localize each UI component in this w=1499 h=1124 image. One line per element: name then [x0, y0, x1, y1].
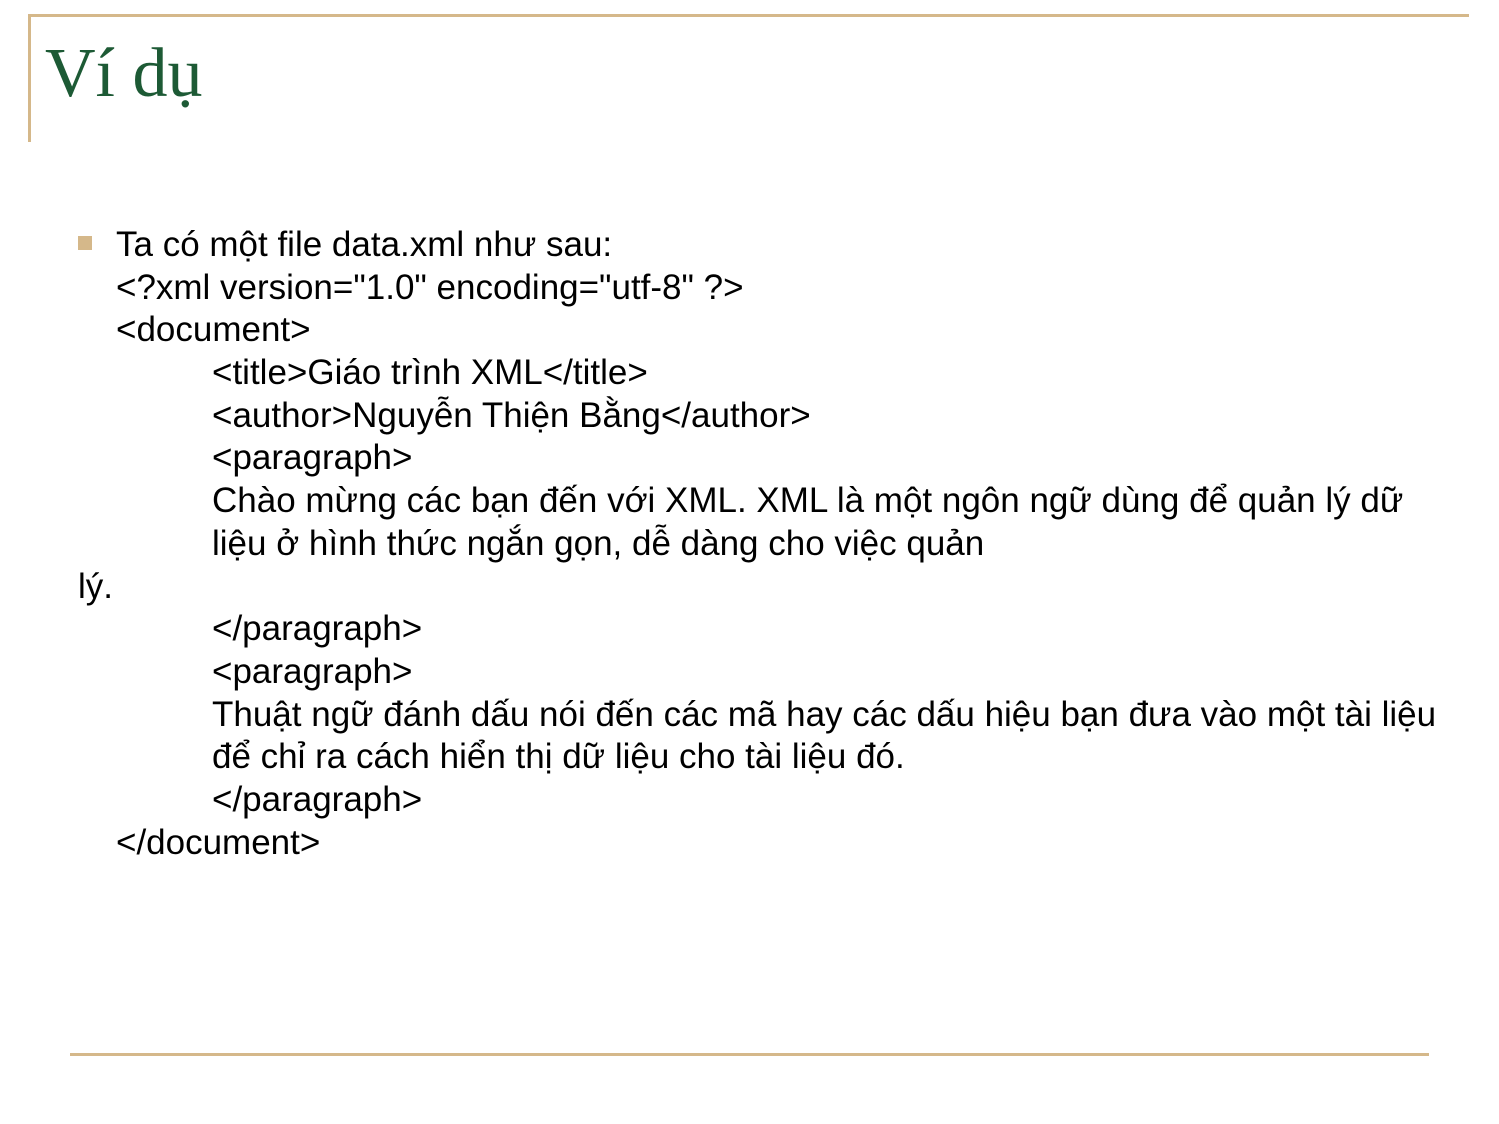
lead-text: Ta có một file data.xml như sau:: [116, 224, 1459, 267]
code-line: <paragraph>: [116, 437, 1459, 480]
code-line: <author>Nguyễn Thiện Bằng</author>: [116, 395, 1459, 438]
slide-content: Ta có một file data.xml như sau: <?xml v…: [78, 224, 1459, 864]
slide: Ví dụ Ta có một file data.xml như sau: <…: [0, 0, 1499, 1124]
code-line: Chào mừng các bạn đến với XML. XML là mộ…: [116, 480, 1459, 565]
bullet-item: Ta có một file data.xml như sau: <?xml v…: [78, 224, 1459, 864]
code-line: Thuật ngữ đánh dấu nói đến các mã hay cá…: [116, 694, 1459, 779]
code-line: <document>: [116, 309, 1459, 352]
code-line: </document>: [116, 822, 1459, 865]
code-line: </paragraph>: [116, 779, 1459, 822]
code-line: <title>Giáo trình XML</title>: [116, 352, 1459, 395]
code-line: lý.: [78, 566, 1459, 609]
left-border-rule: [28, 14, 31, 142]
code-line: <?xml version="1.0" encoding="utf-8" ?>: [116, 267, 1459, 310]
code-line: </paragraph>: [116, 608, 1459, 651]
bullet-body: Ta có một file data.xml như sau: <?xml v…: [116, 224, 1459, 864]
code-line: <paragraph>: [116, 651, 1459, 694]
square-bullet-icon: [78, 236, 92, 250]
bottom-border-rule: [70, 1053, 1429, 1056]
top-border-rule: [28, 14, 1469, 17]
slide-title: Ví dụ: [45, 34, 203, 114]
